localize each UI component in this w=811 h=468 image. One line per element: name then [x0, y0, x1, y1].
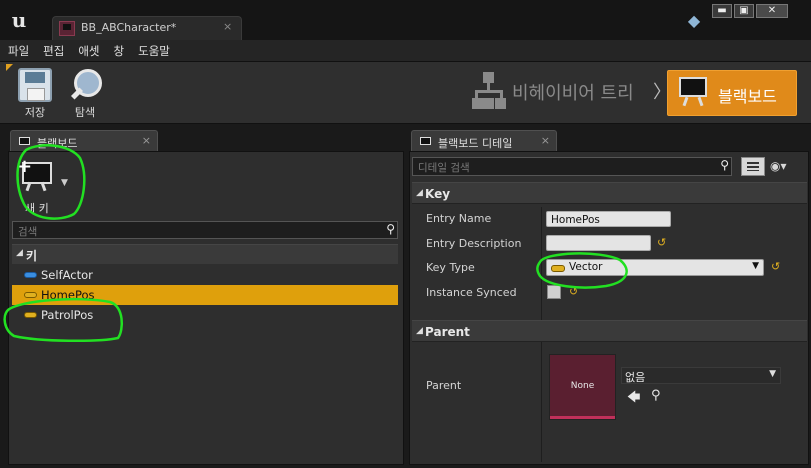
- object-type-icon: [24, 272, 37, 278]
- close-tab-icon[interactable]: ×: [223, 20, 232, 33]
- collapse-arrow-icon: ◢: [416, 326, 423, 336]
- reset-to-default-icon[interactable]: ↺: [771, 260, 780, 273]
- minimize-button[interactable]: ▬: [712, 4, 732, 18]
- new-key-button[interactable]: + ▼ 새 키: [15, 156, 79, 216]
- list-item[interactable]: SelfActor: [12, 265, 398, 285]
- behavior-tree-mode-label: 비헤이비어 트리: [512, 83, 634, 104]
- maximize-button[interactable]: ▣: [734, 4, 754, 18]
- key-type-label: Key Type: [426, 261, 475, 274]
- list-item[interactable]: PatrolPos: [12, 305, 398, 325]
- menu-bar: 파일 편집 애셋 창 도움말: [0, 40, 811, 62]
- blackboard-search-placeholder: 검색: [18, 226, 38, 238]
- parent-section-header[interactable]: ◢ Parent: [412, 320, 807, 342]
- blackboard-search-input[interactable]: 검색 ⚲: [12, 221, 398, 239]
- chevron-down-icon: ▼: [61, 178, 68, 188]
- magnifier-icon: [68, 68, 102, 102]
- reset-to-default-icon[interactable]: ↺: [569, 285, 578, 298]
- behavior-tree-icon: [472, 72, 506, 110]
- parent-asset-dropdown[interactable]: 없음 ▼: [621, 367, 781, 384]
- tab-blackboard[interactable]: 블랙보드 ×: [10, 130, 158, 152]
- key-name: PatrolPos: [41, 308, 94, 322]
- vector-type-icon: [24, 312, 37, 318]
- chevron-down-icon: ▼: [752, 261, 759, 271]
- entry-description-field[interactable]: [546, 235, 651, 251]
- parent-asset-thumbnail[interactable]: None: [549, 354, 616, 420]
- browse-search-icon[interactable]: ⚲: [651, 388, 661, 403]
- details-tab-icon: [419, 137, 432, 147]
- blackboard-asset-icon: [59, 21, 75, 36]
- reset-to-default-icon[interactable]: ↺: [657, 236, 666, 249]
- title-bar: u BB_ABCharacter* × ◆ ▬ ▣ ✕: [0, 0, 811, 40]
- key-name: SelfActor: [41, 268, 93, 282]
- vector-type-icon: [24, 292, 37, 298]
- blackboard-icon: [678, 77, 708, 107]
- window-controls: ▬ ▣ ✕: [712, 4, 788, 18]
- menu-window[interactable]: 창: [114, 43, 125, 59]
- blackboard-tab-icon: [18, 137, 31, 147]
- find-label: 탐색: [74, 106, 96, 119]
- search-icon: ⚲: [386, 222, 395, 236]
- vector-type-icon: [551, 265, 565, 272]
- instance-synced-label: Instance Synced: [426, 286, 517, 299]
- close-tab-icon[interactable]: ×: [541, 134, 550, 147]
- entry-name-label: Entry Name: [426, 212, 492, 225]
- menu-file[interactable]: 파일: [8, 43, 29, 59]
- chevron-down-icon: ▼: [769, 369, 776, 379]
- save-button[interactable]: 저장: [14, 68, 56, 120]
- keys-category-label: 키: [26, 249, 38, 263]
- key-section-title: Key: [425, 187, 451, 201]
- close-window-button[interactable]: ✕: [756, 4, 788, 18]
- document-tab-label: BB_ABCharacter*: [81, 21, 177, 34]
- keys-category-header[interactable]: ◢ 키: [12, 244, 398, 264]
- blackboard-tab-label: 블랙보드: [37, 137, 78, 150]
- save-icon: [18, 68, 52, 102]
- unreal-logo-icon: u: [11, 8, 27, 32]
- menu-asset[interactable]: 애셋: [78, 43, 99, 59]
- list-item[interactable]: HomePos: [12, 285, 398, 305]
- instance-synced-checkbox[interactable]: [547, 285, 561, 299]
- document-tab[interactable]: BB_ABCharacter* ×: [52, 16, 242, 40]
- eye-visibility-icon[interactable]: ◉▾: [770, 159, 787, 173]
- source-control-icon[interactable]: ◆: [685, 12, 703, 30]
- tab-blackboard-details[interactable]: 블랙보드 디테일 ×: [411, 130, 557, 152]
- close-tab-icon[interactable]: ×: [142, 134, 151, 147]
- entry-name-field[interactable]: HomePos: [546, 211, 671, 227]
- key-name: HomePos: [41, 288, 95, 302]
- key-type-value: Vector: [569, 261, 603, 273]
- menu-edit[interactable]: 편집: [43, 43, 64, 59]
- use-selected-arrow-icon[interactable]: 🡄: [627, 388, 640, 410]
- parent-value: 없음: [625, 371, 646, 384]
- blackboard-mode-label: 블랙보드: [718, 87, 777, 106]
- details-search-placeholder: 디테일 검색: [418, 162, 470, 174]
- parent-label: Parent: [426, 379, 462, 392]
- blackboard-mode-button[interactable]: 블랙보드: [667, 70, 797, 116]
- entry-description-label: Entry Description: [426, 237, 522, 250]
- search-icon: ⚲: [720, 158, 729, 172]
- plus-icon: +: [17, 156, 33, 177]
- details-tab-label: 블랙보드 디테일: [438, 137, 513, 150]
- details-search-input[interactable]: 디테일 검색 ⚲: [412, 157, 732, 176]
- save-label: 저장: [24, 106, 46, 119]
- parent-section-title: Parent: [425, 325, 470, 339]
- view-options-button[interactable]: [741, 157, 765, 176]
- thumbnail-text: None: [570, 381, 595, 391]
- menu-help[interactable]: 도움말: [138, 43, 170, 59]
- find-in-browser-button[interactable]: 탐색: [64, 68, 106, 120]
- collapse-arrow-icon: ◢: [16, 248, 23, 258]
- collapse-arrow-icon: ◢: [416, 188, 423, 198]
- key-section-header[interactable]: ◢ Key: [412, 182, 807, 204]
- key-type-dropdown[interactable]: Vector ▼: [546, 259, 764, 276]
- behavior-tree-mode-button[interactable]: 비헤이비어 트리 〉: [470, 70, 671, 114]
- new-key-label: 새 키: [25, 202, 49, 215]
